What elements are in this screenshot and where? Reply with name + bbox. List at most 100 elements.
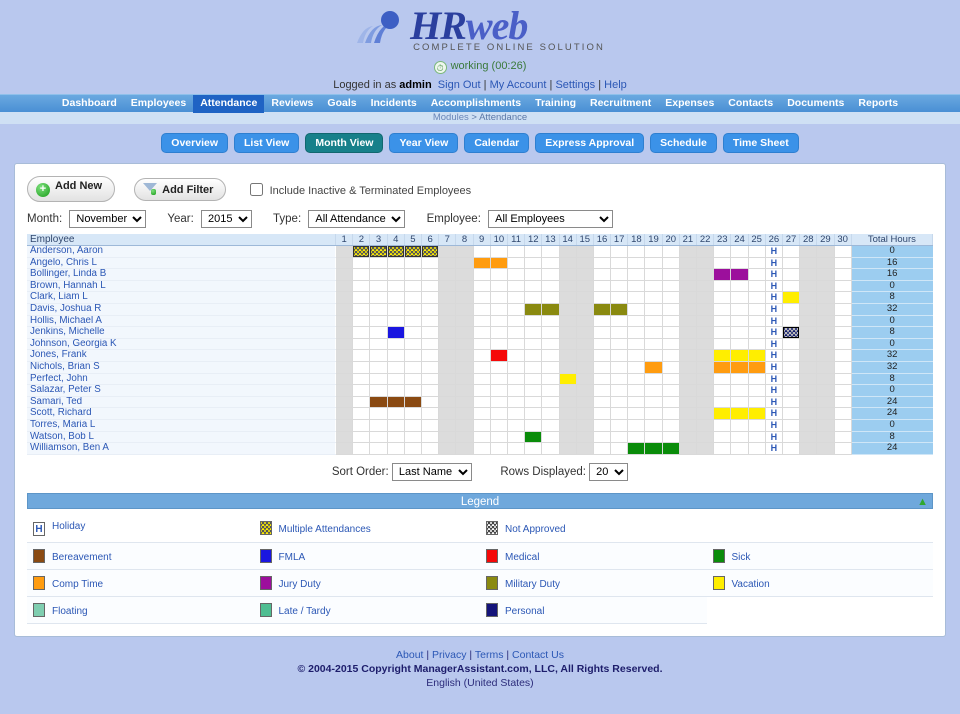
view-tab-year-view[interactable]: Year View — [389, 133, 458, 153]
attendance-cell-day-21[interactable] — [679, 338, 696, 350]
attendance-cell-day-19[interactable] — [645, 292, 662, 304]
attendance-cell-day-18[interactable] — [628, 246, 645, 258]
attendance-cell-day-22[interactable] — [697, 315, 714, 327]
employee-name-cell[interactable]: Angelo, Chris L — [27, 257, 336, 269]
attendance-cell-day-18[interactable] — [628, 408, 645, 420]
attendance-cell-day-8[interactable] — [456, 408, 473, 420]
session-link-sign-out[interactable]: Sign Out — [438, 79, 481, 91]
attendance-cell-day-6[interactable] — [422, 408, 439, 420]
attendance-cell-day-28[interactable] — [800, 292, 817, 304]
attendance-cell-day-12[interactable] — [525, 408, 542, 420]
attendance-cell-day-6[interactable] — [422, 257, 439, 269]
attendance-cell-day-8[interactable] — [456, 396, 473, 408]
attendance-cell-day-21[interactable] — [679, 396, 696, 408]
attendance-cell-day-18[interactable] — [628, 443, 645, 455]
view-tab-list-view[interactable]: List View — [234, 133, 299, 153]
attendance-cell-day-29[interactable] — [817, 419, 834, 431]
attendance-cell-day-30[interactable] — [834, 327, 851, 339]
attendance-cell-day-28[interactable] — [800, 385, 817, 397]
attendance-cell-day-20[interactable] — [662, 303, 679, 315]
attendance-cell-day-4[interactable] — [387, 431, 404, 443]
attendance-cell-day-27[interactable] — [782, 315, 799, 327]
attendance-cell-day-29[interactable] — [817, 303, 834, 315]
attendance-cell-day-17[interactable] — [611, 373, 628, 385]
attendance-cell-day-5[interactable] — [404, 269, 421, 281]
attendance-cell-day-20[interactable] — [662, 257, 679, 269]
employee-name-cell[interactable]: Perfect, John — [27, 373, 336, 385]
attendance-cell-day-9[interactable] — [473, 257, 490, 269]
attendance-cell-day-14[interactable] — [559, 315, 576, 327]
attendance-cell-day-2[interactable] — [353, 361, 370, 373]
attendance-cell-day-5[interactable] — [404, 431, 421, 443]
attendance-cell-day-5[interactable] — [404, 246, 421, 258]
attendance-cell-day-7[interactable] — [439, 385, 456, 397]
attendance-cell-day-29[interactable] — [817, 396, 834, 408]
attendance-cell-day-7[interactable] — [439, 246, 456, 258]
attendance-cell-day-11[interactable] — [507, 292, 524, 304]
attendance-cell-day-18[interactable] — [628, 361, 645, 373]
attendance-cell-day-9[interactable] — [473, 315, 490, 327]
attendance-cell-day-21[interactable] — [679, 327, 696, 339]
attendance-cell-day-4[interactable] — [387, 361, 404, 373]
attendance-cell-day-17[interactable] — [611, 408, 628, 420]
attendance-cell-day-18[interactable] — [628, 385, 645, 397]
attendance-cell-day-2[interactable] — [353, 327, 370, 339]
attendance-cell-day-21[interactable] — [679, 280, 696, 292]
attendance-cell-day-19[interactable] — [645, 350, 662, 362]
attendance-cell-day-12[interactable] — [525, 350, 542, 362]
attendance-cell-day-13[interactable] — [542, 257, 559, 269]
attendance-cell-day-20[interactable] — [662, 443, 679, 455]
attendance-cell-day-9[interactable] — [473, 327, 490, 339]
attendance-cell-day-24[interactable] — [731, 292, 748, 304]
attendance-cell-day-24[interactable] — [731, 280, 748, 292]
attendance-cell-day-18[interactable] — [628, 315, 645, 327]
attendance-cell-day-10[interactable] — [490, 408, 507, 420]
attendance-cell-day-15[interactable] — [576, 246, 593, 258]
attendance-cell-day-18[interactable] — [628, 257, 645, 269]
view-tab-month-view[interactable]: Month View — [305, 133, 383, 153]
attendance-cell-day-25[interactable] — [748, 246, 765, 258]
attendance-cell-day-15[interactable] — [576, 338, 593, 350]
attendance-cell-day-24[interactable] — [731, 385, 748, 397]
attendance-cell-day-16[interactable] — [593, 408, 610, 420]
holiday-cell-day-26[interactable]: H — [765, 303, 782, 315]
attendance-cell-day-10[interactable] — [490, 385, 507, 397]
attendance-cell-day-23[interactable] — [714, 408, 731, 420]
attendance-cell-day-8[interactable] — [456, 280, 473, 292]
attendance-cell-day-22[interactable] — [697, 408, 714, 420]
attendance-cell-day-23[interactable] — [714, 431, 731, 443]
attendance-cell-day-14[interactable] — [559, 327, 576, 339]
attendance-cell-day-9[interactable] — [473, 443, 490, 455]
attendance-cell-day-14[interactable] — [559, 443, 576, 455]
attendance-cell-day-17[interactable] — [611, 419, 628, 431]
attendance-cell-day-24[interactable] — [731, 303, 748, 315]
attendance-cell-day-1[interactable] — [336, 361, 353, 373]
attendance-cell-day-5[interactable] — [404, 408, 421, 420]
employee-name-cell[interactable]: Jenkins, Michelle — [27, 327, 336, 339]
attendance-cell-day-8[interactable] — [456, 419, 473, 431]
holiday-cell-day-26[interactable]: H — [765, 431, 782, 443]
attendance-cell-day-5[interactable] — [404, 361, 421, 373]
attendance-cell-day-1[interactable] — [336, 269, 353, 281]
attendance-cell-day-17[interactable] — [611, 396, 628, 408]
attendance-cell-day-3[interactable] — [370, 280, 387, 292]
attendance-cell-day-25[interactable] — [748, 431, 765, 443]
attendance-cell-day-19[interactable] — [645, 419, 662, 431]
employee-name-cell[interactable]: Bollinger, Linda B — [27, 269, 336, 281]
attendance-cell-day-14[interactable] — [559, 408, 576, 420]
attendance-cell-day-30[interactable] — [834, 315, 851, 327]
attendance-cell-day-23[interactable] — [714, 338, 731, 350]
attendance-cell-day-18[interactable] — [628, 327, 645, 339]
attendance-cell-day-5[interactable] — [404, 315, 421, 327]
attendance-cell-day-29[interactable] — [817, 292, 834, 304]
attendance-cell-day-22[interactable] — [697, 373, 714, 385]
attendance-cell-day-10[interactable] — [490, 327, 507, 339]
attendance-cell-day-11[interactable] — [507, 361, 524, 373]
attendance-cell-day-13[interactable] — [542, 419, 559, 431]
legend-header[interactable]: Legend ▲ — [27, 493, 933, 509]
attendance-cell-day-16[interactable] — [593, 396, 610, 408]
attendance-cell-day-1[interactable] — [336, 419, 353, 431]
attendance-cell-day-19[interactable] — [645, 431, 662, 443]
attendance-cell-day-14[interactable] — [559, 246, 576, 258]
attendance-cell-day-28[interactable] — [800, 280, 817, 292]
